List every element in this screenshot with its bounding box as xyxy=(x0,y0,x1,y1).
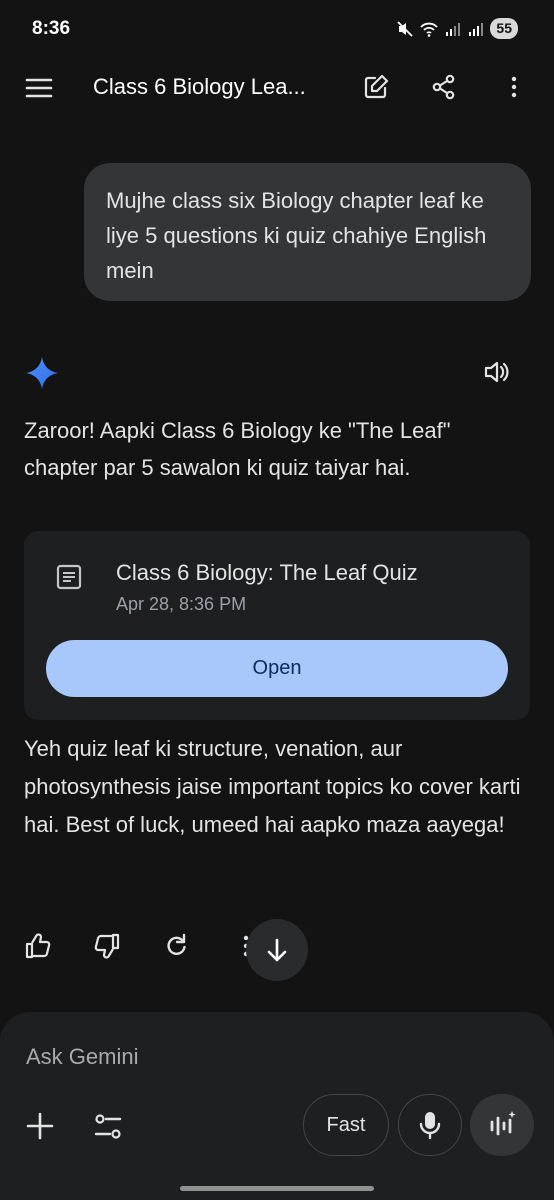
response-outro: Yeh quiz leaf ki structure, venation, au… xyxy=(24,736,521,837)
edit-icon xyxy=(364,74,389,99)
ask-gemini-input[interactable] xyxy=(26,1040,506,1074)
home-indicator xyxy=(180,1186,374,1191)
new-chat-button[interactable] xyxy=(362,73,390,106)
regenerate-button[interactable] xyxy=(162,932,190,965)
more-vert-icon xyxy=(511,76,517,98)
doc-icon-wrap xyxy=(54,562,84,597)
scroll-to-bottom-button[interactable] xyxy=(246,919,308,981)
quiz-document-card[interactable]: Class 6 Biology: The Leaf Quiz Apr 28, 8… xyxy=(24,531,530,720)
chat-title[interactable]: Class 6 Biology Lea... xyxy=(93,74,306,100)
menu-button[interactable] xyxy=(24,74,56,102)
prompt-panel: Fast xyxy=(0,1012,554,1200)
response-intro: Zaroor! Aapki Class 6 Biology ke "The Le… xyxy=(24,418,451,480)
menu-icon xyxy=(25,78,53,98)
document-icon xyxy=(56,564,82,590)
share-button[interactable] xyxy=(430,73,458,106)
add-attachment-button[interactable] xyxy=(24,1110,56,1147)
regenerate-icon xyxy=(167,933,186,955)
thumbs-up-icon xyxy=(25,933,51,959)
gemini-avatar xyxy=(24,355,60,396)
status-icons: 55 xyxy=(396,18,518,39)
good-response-button[interactable] xyxy=(24,932,52,965)
mute-icon xyxy=(397,20,414,37)
mic-icon xyxy=(419,1112,441,1140)
model-mode-button[interactable]: Fast xyxy=(303,1094,389,1156)
voice-input-button[interactable] xyxy=(398,1094,462,1156)
signal-icon xyxy=(446,22,461,36)
tools-button[interactable] xyxy=(92,1112,124,1147)
doc-title: Class 6 Biology: The Leaf Quiz xyxy=(116,560,418,585)
live-button[interactable] xyxy=(470,1094,534,1156)
open-button[interactable]: Open xyxy=(46,640,508,697)
speaker-icon xyxy=(484,361,509,383)
status-time: 8:36 xyxy=(32,18,71,39)
app-bar: Class 6 Biology Lea... xyxy=(0,60,554,116)
wifi-icon xyxy=(420,22,439,37)
more-options-button[interactable] xyxy=(500,73,528,106)
arrow-down-icon xyxy=(267,938,287,962)
plus-icon xyxy=(26,1112,54,1140)
tools-icon xyxy=(94,1114,122,1139)
bad-response-button[interactable] xyxy=(93,932,121,965)
signal-icon-2 xyxy=(469,22,484,36)
read-aloud-button[interactable] xyxy=(482,358,510,391)
thumbs-down-icon xyxy=(94,933,120,959)
doc-date: Apr 28, 8:36 PM xyxy=(116,594,247,614)
gemini-spark-icon xyxy=(26,357,58,389)
live-icon xyxy=(490,1111,516,1136)
status-bar: 8:36 55 xyxy=(0,0,554,60)
battery-indicator: 55 xyxy=(490,18,518,39)
user-message-bubble: Mujhe class six Biology chapter leaf ke … xyxy=(84,163,531,301)
share-icon xyxy=(432,74,455,100)
